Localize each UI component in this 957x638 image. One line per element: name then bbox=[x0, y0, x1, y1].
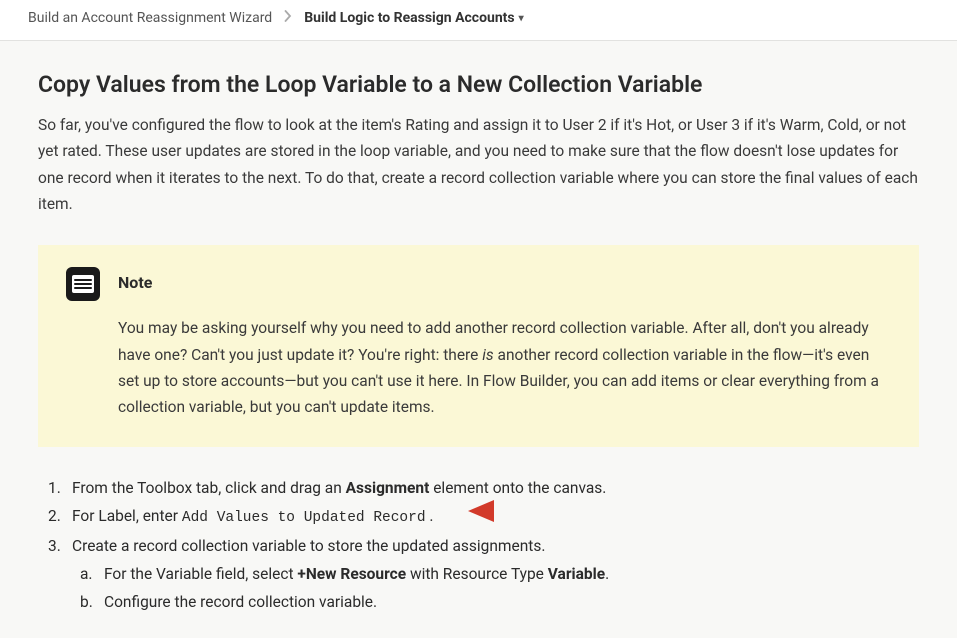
step-3a-post: . bbox=[605, 565, 609, 583]
breadcrumb-current-label: Build Logic to Reassign Accounts bbox=[304, 10, 514, 26]
step-number: 3. bbox=[48, 533, 66, 559]
intro-paragraph: So far, you've configured the flow to lo… bbox=[38, 112, 919, 217]
step-text: For Label, enter Add Values to Updated R… bbox=[72, 503, 433, 531]
step-number: 2. bbox=[48, 503, 66, 531]
breadcrumb: Build an Account Reassignment Wizard Bui… bbox=[0, 0, 957, 41]
step-1-post: element onto the canvas. bbox=[429, 479, 606, 497]
step-text: From the Toolbox tab, click and drag an … bbox=[72, 475, 606, 501]
step-3a-pre: For the Variable field, select bbox=[104, 565, 297, 583]
step-text: Create a record collection variable to s… bbox=[72, 533, 545, 559]
breadcrumb-current[interactable]: Build Logic to Reassign Accounts ▾ bbox=[304, 10, 523, 26]
step-3b: b. Configure the record collection varia… bbox=[80, 589, 919, 615]
breadcrumb-parent[interactable]: Build an Account Reassignment Wizard bbox=[28, 10, 272, 26]
step-2-post: . bbox=[426, 507, 434, 525]
step-2-code: Add Values to Updated Record bbox=[182, 510, 426, 526]
note-title: Note bbox=[118, 267, 152, 292]
page-title: Copy Values from the Loop Variable to a … bbox=[38, 71, 919, 98]
step-2: 2. For Label, enter Add Values to Update… bbox=[48, 503, 919, 531]
substep-letter: a. bbox=[80, 561, 98, 587]
substep-text: For the Variable field, select +New Reso… bbox=[104, 561, 609, 587]
main-content: Copy Values from the Loop Variable to a … bbox=[0, 41, 957, 638]
note-body-is: is bbox=[482, 346, 493, 364]
note-icon bbox=[66, 267, 100, 301]
note-header: Note bbox=[66, 267, 891, 301]
step-3a-strong1: +New Resource bbox=[297, 565, 406, 583]
substep-letter: b. bbox=[80, 589, 98, 615]
chevron-down-icon: ▾ bbox=[519, 13, 524, 24]
step-1-pre: From the Toolbox tab, click and drag an bbox=[72, 479, 346, 497]
step-number: 1. bbox=[48, 475, 66, 501]
note-box: Note You may be asking yourself why you … bbox=[38, 245, 919, 446]
step-1: 1. From the Toolbox tab, click and drag … bbox=[48, 475, 919, 501]
steps-list: 1. From the Toolbox tab, click and drag … bbox=[38, 475, 919, 616]
step-3a-strong2: Variable bbox=[548, 565, 605, 583]
step-1-strong: Assignment bbox=[346, 479, 430, 497]
step-3a: a. For the Variable field, select +New R… bbox=[80, 561, 919, 587]
step-3a-mid: with Resource Type bbox=[406, 565, 548, 583]
step-3: 3. Create a record collection variable t… bbox=[48, 533, 919, 559]
note-body: You may be asking yourself why you need … bbox=[118, 315, 891, 420]
step-2-pre: For Label, enter bbox=[72, 507, 182, 525]
substep-text: Configure the record collection variable… bbox=[104, 589, 377, 615]
breadcrumb-separator-icon bbox=[284, 10, 292, 26]
